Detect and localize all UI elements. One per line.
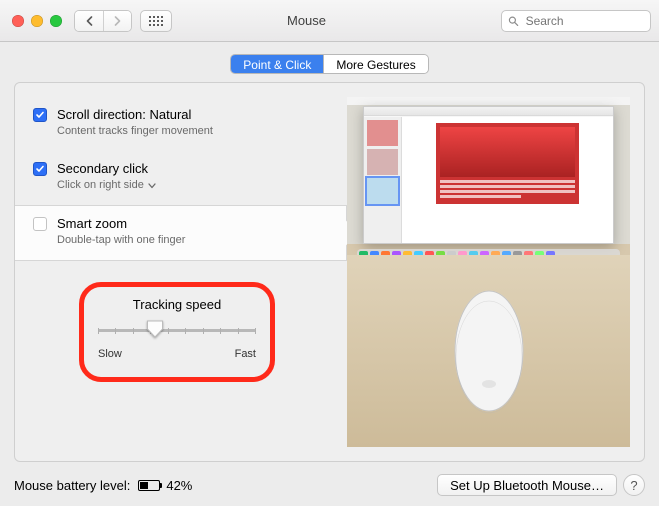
window-controls bbox=[12, 15, 62, 27]
window-title: Mouse bbox=[180, 13, 493, 28]
tab-point-and-click[interactable]: Point & Click bbox=[231, 55, 323, 73]
options-column: Scroll direction: Natural Content tracks… bbox=[15, 97, 347, 447]
tracking-speed-group: Tracking speed Slow Fast bbox=[79, 282, 275, 382]
option-desc-dropdown[interactable]: Click on right side bbox=[57, 179, 156, 193]
battery-icon bbox=[138, 480, 160, 491]
checkbox-secondary-click[interactable] bbox=[33, 162, 47, 176]
back-button[interactable] bbox=[75, 11, 103, 31]
footer: Mouse battery level: 42% Set Up Bluetoot… bbox=[0, 472, 659, 496]
battery-level-label: Mouse battery level: bbox=[14, 478, 130, 493]
option-title: Secondary click bbox=[57, 161, 156, 177]
close-window-button[interactable] bbox=[12, 15, 24, 27]
slider-knob[interactable] bbox=[146, 320, 163, 337]
option-smart-zoom[interactable]: Smart zoom Double-tap with one finger bbox=[15, 205, 347, 261]
tracking-speed-slider[interactable] bbox=[98, 320, 256, 344]
tab-more-gestures[interactable]: More Gestures bbox=[323, 55, 427, 73]
option-title: Smart zoom bbox=[57, 216, 185, 232]
checkbox-scroll-direction[interactable] bbox=[33, 108, 47, 122]
minimize-window-button[interactable] bbox=[31, 15, 43, 27]
help-button[interactable]: ? bbox=[623, 474, 645, 496]
checkbox-smart-zoom[interactable] bbox=[33, 217, 47, 231]
tracking-speed-label: Tracking speed bbox=[98, 297, 256, 312]
option-desc: Double-tap with one finger bbox=[57, 234, 185, 248]
option-desc: Content tracks finger movement bbox=[57, 125, 213, 139]
titlebar: Mouse bbox=[0, 0, 659, 42]
battery-percentage: 42% bbox=[166, 478, 192, 493]
settings-panel: Scroll direction: Natural Content tracks… bbox=[14, 82, 645, 462]
tabs: Point & Click More Gestures bbox=[230, 54, 428, 74]
magic-mouse-image bbox=[439, 279, 539, 423]
slider-max-label: Fast bbox=[235, 348, 256, 360]
gesture-preview bbox=[347, 97, 630, 447]
zoom-window-button[interactable] bbox=[50, 15, 62, 27]
grid-icon bbox=[149, 16, 163, 26]
search-icon bbox=[508, 15, 519, 27]
forward-button[interactable] bbox=[103, 11, 131, 31]
search-input[interactable] bbox=[524, 13, 644, 29]
show-all-button[interactable] bbox=[140, 10, 172, 32]
setup-bluetooth-mouse-button[interactable]: Set Up Bluetooth Mouse… bbox=[437, 474, 617, 496]
option-secondary-click[interactable]: Secondary click Click on right side bbox=[15, 151, 347, 205]
slider-min-label: Slow bbox=[98, 348, 122, 360]
chevron-down-icon bbox=[148, 183, 156, 189]
nav-buttons bbox=[74, 10, 132, 32]
option-scroll-direction[interactable]: Scroll direction: Natural Content tracks… bbox=[15, 97, 347, 151]
option-title: Scroll direction: Natural bbox=[57, 107, 213, 123]
search-field[interactable] bbox=[501, 10, 651, 32]
